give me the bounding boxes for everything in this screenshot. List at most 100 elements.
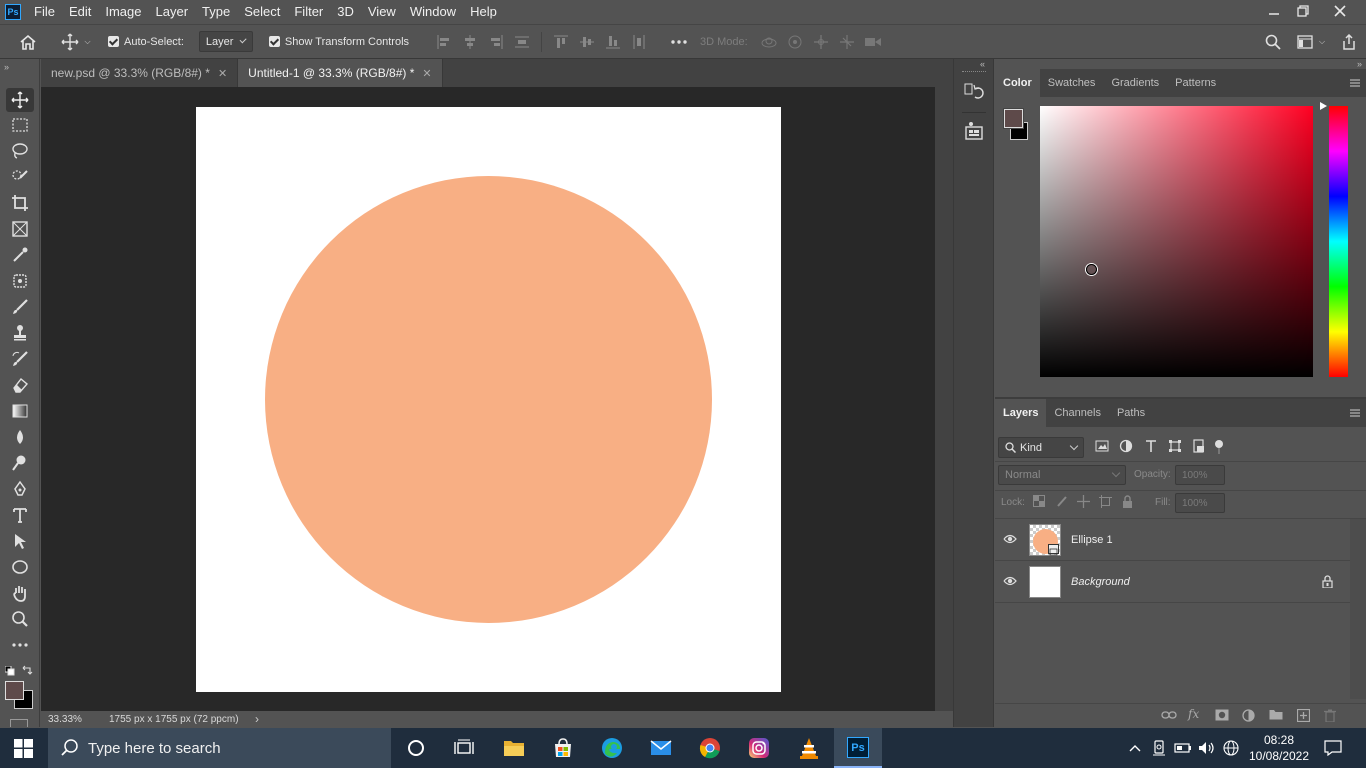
tab-swatches[interactable]: Swatches bbox=[1040, 69, 1104, 97]
filter-pixel-layers-icon[interactable] bbox=[1095, 439, 1111, 455]
volume-icon[interactable] bbox=[1196, 728, 1218, 768]
layer-lock-icon[interactable] bbox=[1322, 575, 1334, 589]
3d-roll-icon[interactable] bbox=[782, 32, 808, 52]
crop-tool-icon[interactable] bbox=[6, 191, 34, 215]
fill-input[interactable]: 100% bbox=[1175, 493, 1225, 513]
auto-select-dropdown[interactable]: Layer bbox=[198, 31, 253, 52]
foreground-color-swatch[interactable] bbox=[5, 681, 24, 700]
align-right-edges-icon[interactable] bbox=[483, 32, 509, 52]
lock-position-icon[interactable] bbox=[1077, 495, 1091, 509]
task-view-icon[interactable] bbox=[452, 736, 476, 760]
layer-filter-kind-dropdown[interactable]: Kind bbox=[998, 437, 1084, 458]
filter-shape-layers-icon[interactable] bbox=[1168, 439, 1184, 455]
layers-panel-menu-icon[interactable] bbox=[1344, 399, 1366, 427]
properties-panel-icon[interactable] bbox=[964, 121, 986, 143]
layer-visibility-eye-icon[interactable] bbox=[1003, 575, 1019, 589]
new-adjustment-layer-icon[interactable] bbox=[1242, 709, 1256, 723]
menu-file[interactable]: File bbox=[27, 0, 62, 24]
lasso-tool-icon[interactable] bbox=[6, 139, 34, 163]
3d-scale-icon[interactable] bbox=[860, 32, 886, 52]
tab-layers[interactable]: Layers bbox=[995, 399, 1047, 427]
hue-slider[interactable] bbox=[1329, 106, 1348, 377]
menu-layer[interactable]: Layer bbox=[149, 0, 196, 24]
close-tab-icon[interactable]: ✕ bbox=[218, 67, 227, 80]
3d-orbit-icon[interactable] bbox=[756, 32, 782, 52]
clone-stamp-tool-icon[interactable] bbox=[6, 321, 34, 345]
search-icon[interactable] bbox=[1262, 31, 1284, 53]
color-picker-field[interactable] bbox=[1040, 106, 1313, 377]
status-menu-chevron-icon[interactable]: › bbox=[255, 712, 259, 726]
blend-mode-dropdown[interactable]: Normal bbox=[998, 465, 1126, 485]
menu-image[interactable]: Image bbox=[98, 0, 148, 24]
taskbar-search-box[interactable]: Type here to search bbox=[48, 728, 391, 768]
lock-all-icon[interactable] bbox=[1122, 495, 1136, 509]
layer-name[interactable]: Ellipse 1 bbox=[1071, 534, 1113, 546]
eraser-tool-icon[interactable] bbox=[6, 373, 34, 397]
3d-pan-icon[interactable] bbox=[808, 32, 834, 52]
filter-adjustment-layers-icon[interactable] bbox=[1119, 439, 1135, 455]
align-top-edges-icon[interactable] bbox=[548, 32, 574, 52]
collapse-toolbar-icon[interactable]: » bbox=[4, 62, 9, 72]
brush-tool-icon[interactable] bbox=[6, 295, 34, 319]
opacity-input[interactable]: 100% bbox=[1175, 465, 1225, 485]
hue-slider-handle[interactable] bbox=[1320, 102, 1327, 110]
path-selection-tool-icon[interactable] bbox=[6, 529, 34, 553]
distribute-horizontal-icon[interactable] bbox=[626, 32, 652, 52]
align-vertical-centers-icon[interactable] bbox=[574, 32, 600, 52]
swap-colors-icon[interactable] bbox=[21, 664, 33, 676]
cortana-icon[interactable] bbox=[404, 736, 428, 760]
add-layer-mask-icon[interactable] bbox=[1215, 709, 1229, 723]
align-left-edges-icon[interactable] bbox=[431, 32, 457, 52]
layer-visibility-eye-icon[interactable] bbox=[1003, 533, 1019, 547]
spot-healing-brush-tool-icon[interactable] bbox=[6, 269, 34, 293]
align-horizontal-centers-icon[interactable] bbox=[457, 32, 483, 52]
link-layers-icon[interactable] bbox=[1161, 709, 1177, 723]
color-panel-menu-icon[interactable] bbox=[1344, 69, 1366, 97]
ellipse-shape[interactable] bbox=[265, 176, 712, 623]
menu-view[interactable]: View bbox=[361, 0, 403, 24]
color-panel-foreground-swatch[interactable] bbox=[1003, 108, 1024, 129]
chrome-icon[interactable] bbox=[698, 736, 722, 760]
document-canvas[interactable] bbox=[196, 107, 781, 692]
more-options-icon[interactable] bbox=[666, 32, 692, 52]
ellipse-tool-icon[interactable] bbox=[6, 555, 34, 579]
lock-artboard-icon[interactable] bbox=[1099, 495, 1113, 509]
layer-name[interactable]: Background bbox=[1071, 576, 1130, 588]
expand-panels-icon[interactable]: « bbox=[980, 59, 985, 69]
default-colors-icon[interactable] bbox=[4, 665, 15, 676]
history-panel-icon[interactable] bbox=[964, 81, 986, 103]
home-icon[interactable] bbox=[0, 25, 56, 59]
filter-type-layers-icon[interactable] bbox=[1144, 439, 1160, 455]
menu-edit[interactable]: Edit bbox=[62, 0, 98, 24]
menu-filter[interactable]: Filter bbox=[287, 0, 330, 24]
dodge-tool-icon[interactable] bbox=[6, 451, 34, 475]
eyedropper-tool-icon[interactable] bbox=[6, 243, 34, 267]
zoom-tool-icon[interactable] bbox=[6, 607, 34, 631]
quick-mask-icon[interactable] bbox=[10, 719, 28, 727]
zoom-level[interactable]: 33.33% bbox=[41, 714, 99, 725]
windows-start-icon[interactable] bbox=[14, 739, 33, 758]
hand-tool-icon[interactable] bbox=[6, 581, 34, 605]
blur-tool-icon[interactable] bbox=[6, 425, 34, 449]
filter-smart-objects-icon[interactable] bbox=[1192, 439, 1208, 455]
gradient-tool-icon[interactable] bbox=[6, 399, 34, 423]
collapse-panels-icon[interactable]: » bbox=[1357, 59, 1362, 69]
tab-paths[interactable]: Paths bbox=[1109, 399, 1153, 427]
lock-image-pixels-icon[interactable] bbox=[1056, 495, 1070, 509]
type-tool-icon[interactable] bbox=[6, 503, 34, 527]
pen-tool-icon[interactable] bbox=[6, 477, 34, 501]
show-hidden-icons-chevron-icon[interactable] bbox=[1125, 728, 1145, 768]
quick-selection-tool-icon[interactable] bbox=[6, 165, 34, 189]
new-layer-icon[interactable] bbox=[1296, 708, 1311, 723]
layer-row-ellipse-1[interactable]: Ellipse 1 bbox=[995, 519, 1350, 561]
3d-slide-icon[interactable] bbox=[834, 32, 860, 52]
tab-gradients[interactable]: Gradients bbox=[1103, 69, 1167, 97]
color-picker-cursor[interactable] bbox=[1086, 264, 1097, 275]
menu-type[interactable]: Type bbox=[195, 0, 237, 24]
photoshop-logo-icon[interactable]: Ps bbox=[5, 4, 21, 20]
layer-thumbnail[interactable] bbox=[1029, 524, 1061, 556]
microsoft-store-icon[interactable] bbox=[551, 736, 575, 760]
edit-toolbar-icon[interactable] bbox=[6, 633, 34, 657]
notifications-icon[interactable] bbox=[1320, 728, 1346, 768]
menu-help[interactable]: Help bbox=[463, 0, 504, 24]
